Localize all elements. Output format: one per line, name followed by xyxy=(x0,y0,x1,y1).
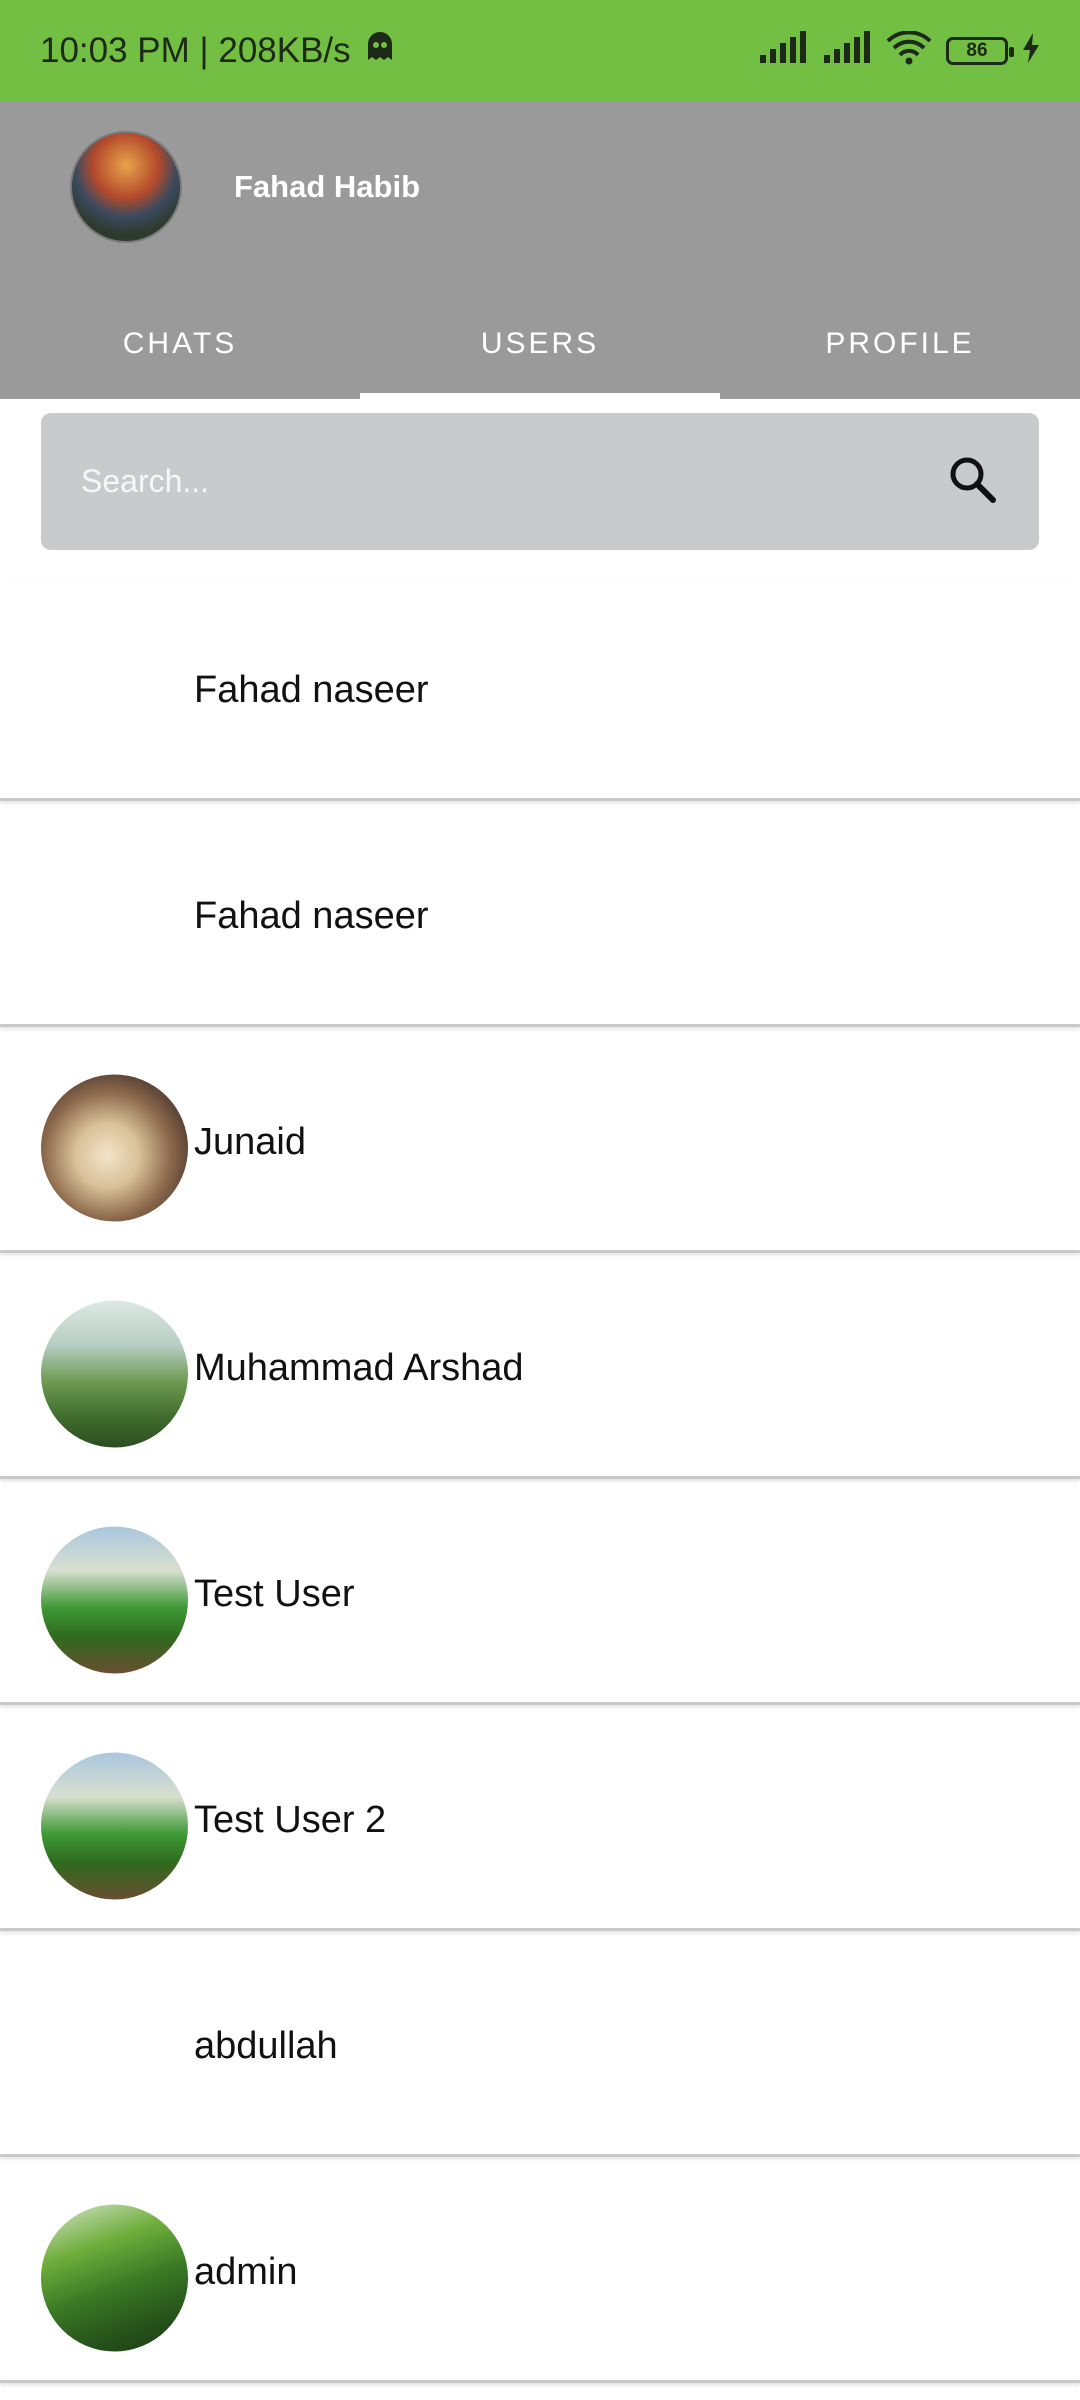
list-item[interactable]: Junaid xyxy=(0,1034,1080,1253)
list-item[interactable]: Test User xyxy=(0,1486,1080,1705)
avatar xyxy=(41,1526,188,1674)
battery-icon: 86 xyxy=(946,36,1014,65)
search-input[interactable] xyxy=(81,463,945,500)
list-item[interactable]: Fahad naseer xyxy=(0,582,1080,801)
tab-users[interactable]: USERS xyxy=(360,289,720,399)
user-name: Junaid xyxy=(194,1120,306,1163)
list-item[interactable]: abdullah xyxy=(0,1938,1080,2157)
charging-icon xyxy=(1022,33,1040,68)
search-bar xyxy=(41,413,1039,550)
list-item[interactable]: admin xyxy=(0,2164,1080,2383)
status-time-speed: 10:03 PM | 208KB/s xyxy=(40,30,351,70)
tab-bar: CHATS USERS PROFILE xyxy=(0,289,1080,399)
avatar[interactable] xyxy=(70,131,182,243)
battery-level: 86 xyxy=(966,39,988,61)
wifi-icon xyxy=(886,30,932,70)
avatar xyxy=(41,1300,188,1448)
search-icon[interactable] xyxy=(945,452,999,511)
status-right: 86 xyxy=(758,30,1040,70)
status-left: 10:03 PM | 208KB/s xyxy=(40,31,397,71)
avatar xyxy=(41,1752,188,1900)
user-name: Muhammad Arshad xyxy=(194,1346,524,1389)
user-name: abdullah xyxy=(194,2024,338,2067)
tab-profile[interactable]: PROFILE xyxy=(720,289,1080,399)
list-item[interactable]: Test User 2 xyxy=(0,1712,1080,1931)
app-header: Fahad Habib CHATS USERS PROFILE xyxy=(0,101,1080,399)
user-name: admin xyxy=(194,2250,298,2293)
status-bar: 10:03 PM | 208KB/s 86 xyxy=(0,0,1080,101)
user-list: Fahad naseer Fahad naseer Junaid Muhamma… xyxy=(0,582,1080,2390)
current-user-name: Fahad Habib xyxy=(234,169,421,204)
avatar xyxy=(41,2204,188,2352)
signal-icon xyxy=(822,31,872,70)
user-name: Fahad naseer xyxy=(194,668,429,711)
list-item[interactable]: Muhammad Arshad xyxy=(0,1260,1080,1479)
list-item[interactable]: Fahad naseer xyxy=(0,808,1080,1027)
signal-icon xyxy=(758,31,808,70)
tab-chats[interactable]: CHATS xyxy=(0,289,360,399)
current-user[interactable]: Fahad Habib xyxy=(70,131,420,243)
avatar xyxy=(41,1074,188,1222)
user-name: Test User xyxy=(194,1572,355,1615)
ghost-icon xyxy=(363,31,397,71)
user-name: Test User 2 xyxy=(194,1798,387,1841)
user-name: Fahad naseer xyxy=(194,894,429,937)
